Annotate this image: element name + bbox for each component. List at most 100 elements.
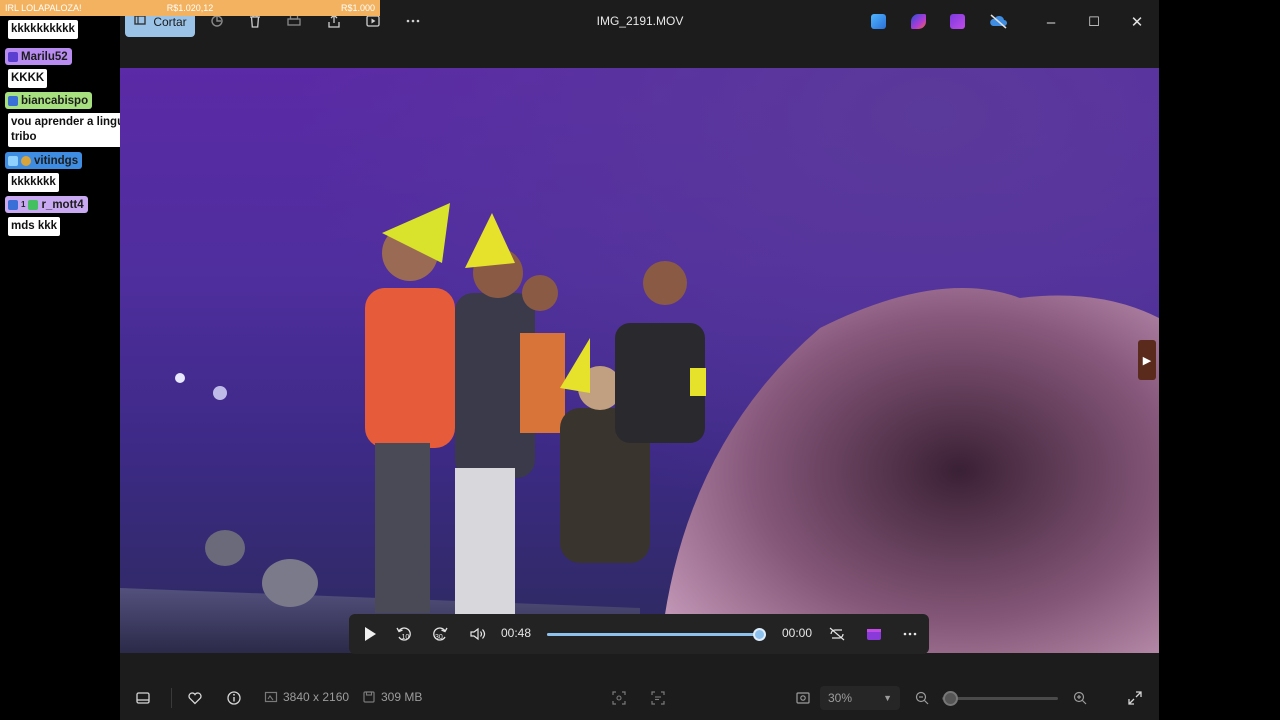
chat-message: vitindgs kkkkkkk [5, 152, 83, 192]
maximize-button[interactable]: ☐ [1082, 10, 1106, 34]
video-editor-icon[interactable] [950, 14, 965, 29]
volume-button[interactable] [467, 623, 489, 645]
svg-text:10: 10 [402, 634, 410, 641]
chat-username[interactable]: Marilu52 [5, 48, 72, 65]
chat-username[interactable]: vitindgs [5, 152, 83, 169]
chat-text: KKKK [8, 68, 48, 88]
badge-icon [21, 155, 31, 166]
chat-username-text: biancabispo [21, 94, 89, 107]
cut-label: Cortar [153, 14, 187, 29]
close-icon: ✕ [1130, 14, 1144, 31]
donation-goal: R$1.000 [340, 3, 375, 13]
player-more-button[interactable] [899, 623, 921, 645]
volume-icon [470, 627, 486, 641]
minimize-icon: – [1046, 13, 1056, 31]
svg-text:30: 30 [435, 634, 443, 641]
file-title: IMG_2191.MOV [596, 14, 684, 28]
chat-username[interactable]: 1 r_mott4 [5, 196, 88, 213]
actual-size-icon [796, 692, 810, 704]
chat-text: kkkkkkkkkk [8, 20, 78, 39]
screen: kkkkkkkkkk Marilu52 KKKK biancabispo vou… [0, 0, 1280, 720]
chevron-down-icon: ▼ [883, 693, 892, 703]
donation-goal-bar: IRL LOLAPALOZA! R$1.020,12 R$1.000 [0, 0, 380, 16]
remaining-time: 00:00 [782, 626, 813, 640]
actual-size-button[interactable] [795, 690, 811, 706]
donation-current: R$1.020,12 [166, 3, 214, 13]
image-size-icon [264, 691, 278, 703]
zoom-value: 30% [828, 691, 853, 705]
seek-thumb[interactable] [752, 628, 766, 641]
status-bar: 3840 x 2160 309 MB 30% ▼ [120, 676, 1159, 720]
zoom-out-button[interactable] [914, 690, 930, 706]
video-scene [120, 203, 1159, 653]
info-icon [227, 691, 241, 705]
chat-username-text: r_mott4 [41, 198, 84, 211]
video-editor-icon [867, 629, 881, 640]
rotate-button[interactable] [611, 690, 627, 706]
filmstrip-button[interactable] [135, 690, 151, 706]
donation-title: IRL LOLAPALOZA! [5, 3, 82, 13]
chat-message: kkkkkkkkkk [5, 18, 78, 39]
video-frame[interactable]: ▶ [120, 68, 1159, 653]
chat-username-text: vitindgs [34, 154, 79, 167]
chat-message: 1 r_mott4 mds kkk [5, 196, 88, 236]
clipchamp-icon[interactable] [911, 14, 926, 29]
info-button[interactable] [226, 690, 242, 706]
zoom-in-button[interactable] [1072, 690, 1088, 706]
minimize-button[interactable]: – [1039, 10, 1063, 34]
badge-icon [8, 155, 18, 166]
zoom-select[interactable]: 30% ▼ [820, 686, 900, 710]
onedrive-off-icon[interactable] [989, 14, 1008, 29]
file-size-info: 309 MB [362, 690, 422, 704]
play-button[interactable] [359, 623, 381, 645]
separator [171, 688, 172, 708]
zoom-slider[interactable] [942, 691, 1058, 706]
favorite-button[interactable] [187, 690, 203, 706]
badge-icon [8, 199, 18, 210]
fullscreen-button[interactable] [1127, 690, 1143, 706]
photos-viewer-window: Cortar IMG_2191.MOV – ☐ ✕ ▶ 10 30 00:48 … [120, 0, 1159, 720]
more-icon [903, 632, 917, 636]
current-time: 00:48 [501, 626, 532, 640]
more-icon[interactable] [404, 12, 422, 30]
seek-bar[interactable] [547, 628, 766, 641]
resolution-info: 3840 x 2160 [264, 690, 349, 704]
photos-edit-icon[interactable] [871, 14, 886, 29]
video-editor-button[interactable] [863, 623, 885, 645]
seek-bar-fill [547, 633, 759, 636]
zoom-slider-thumb[interactable] [943, 691, 959, 706]
file-size-text: 309 MB [381, 690, 423, 704]
chat-text: kkkkkkk [8, 172, 59, 192]
chat-message: Marilu52 KKKK [5, 48, 72, 88]
visual-search-icon [651, 691, 665, 705]
maximize-icon: ☐ [1088, 14, 1100, 29]
forward-30-icon: 30 [433, 627, 448, 641]
heart-icon [188, 692, 202, 705]
chat-text: mds kkk [8, 216, 61, 236]
player-controls: 10 30 00:48 00:00 [349, 614, 929, 654]
loop-off-icon [829, 627, 845, 641]
chat-panel: kkkkkkkkkk Marilu52 KKKK biancabispo vou… [0, 0, 210, 720]
badge-icon [8, 51, 18, 62]
rewind-10-icon: 10 [396, 627, 411, 641]
next-item-button[interactable]: ▶ [1138, 340, 1156, 380]
zoom-in-icon [1073, 691, 1087, 705]
expand-icon [1128, 691, 1142, 705]
loop-button[interactable] [826, 623, 848, 645]
chevron-right-icon: ▶ [1142, 354, 1152, 367]
save-icon [363, 691, 375, 703]
play-icon [365, 627, 376, 641]
chat-username[interactable]: biancabispo [5, 92, 93, 109]
chat-username-text: Marilu52 [21, 50, 68, 63]
crop-icon [612, 691, 626, 705]
forward-30-button[interactable]: 30 [429, 623, 451, 645]
badge-icon [8, 95, 18, 106]
close-button[interactable]: ✕ [1125, 10, 1149, 34]
zoom-out-icon [915, 691, 929, 705]
resolution-text: 3840 x 2160 [283, 690, 350, 704]
badge-number: 1 [21, 199, 26, 209]
visual-search-button[interactable] [650, 690, 666, 706]
badge-icon [28, 199, 39, 210]
rewind-10-button[interactable]: 10 [393, 623, 415, 645]
filmstrip-icon [136, 692, 150, 704]
